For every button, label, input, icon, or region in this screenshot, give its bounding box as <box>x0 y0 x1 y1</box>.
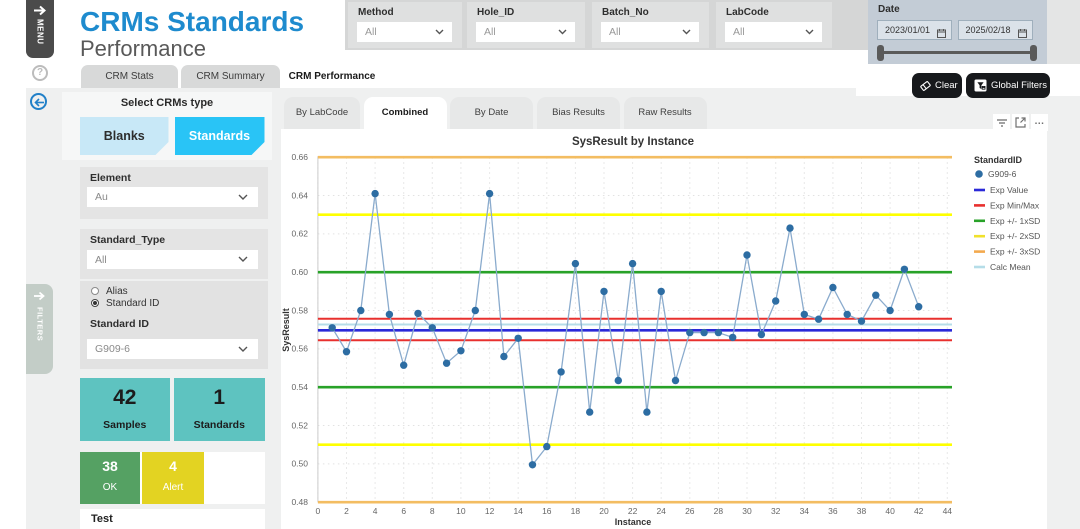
svg-text:0.58: 0.58 <box>291 305 308 315</box>
svg-text:34: 34 <box>800 506 810 516</box>
svg-text:0.50: 0.50 <box>291 459 308 469</box>
svg-text:8: 8 <box>430 506 435 516</box>
svg-text:Exp +/- 2xSD: Exp +/- 2xSD <box>990 231 1040 241</box>
svg-text:Exp Min/Max: Exp Min/Max <box>990 200 1040 210</box>
svg-text:StandardID: StandardID <box>974 155 1023 165</box>
svg-text:22: 22 <box>628 506 638 516</box>
svg-text:16: 16 <box>542 506 552 516</box>
svg-text:0.48: 0.48 <box>291 497 308 507</box>
svg-text:SysResult: SysResult <box>281 308 291 352</box>
svg-text:14: 14 <box>513 506 523 516</box>
svg-text:12: 12 <box>485 506 495 516</box>
svg-text:40: 40 <box>885 506 895 516</box>
svg-text:10: 10 <box>456 506 466 516</box>
svg-text:0.54: 0.54 <box>291 382 308 392</box>
svg-text:2: 2 <box>344 506 349 516</box>
svg-text:32: 32 <box>771 506 781 516</box>
svg-text:0.56: 0.56 <box>291 344 308 354</box>
svg-text:Calc Mean: Calc Mean <box>990 262 1031 272</box>
svg-text:30: 30 <box>742 506 752 516</box>
svg-text:Exp +/- 1xSD: Exp +/- 1xSD <box>990 216 1040 226</box>
svg-text:18: 18 <box>571 506 581 516</box>
svg-text:Exp +/- 3xSD: Exp +/- 3xSD <box>990 247 1040 257</box>
svg-text:G909-6: G909-6 <box>988 169 1017 179</box>
svg-text:4: 4 <box>373 506 378 516</box>
svg-text:0: 0 <box>316 506 321 516</box>
svg-text:38: 38 <box>857 506 867 516</box>
svg-text:0.64: 0.64 <box>291 190 308 200</box>
svg-text:SysResult by Instance: SysResult by Instance <box>572 136 694 148</box>
svg-text:0.62: 0.62 <box>291 229 308 239</box>
svg-text:26: 26 <box>685 506 695 516</box>
svg-text:44: 44 <box>943 506 953 516</box>
svg-text:42: 42 <box>914 506 924 516</box>
svg-text:20: 20 <box>599 506 609 516</box>
svg-text:28: 28 <box>714 506 724 516</box>
svg-text:36: 36 <box>828 506 838 516</box>
svg-text:Exp Value: Exp Value <box>990 185 1028 195</box>
svg-text:Instance: Instance <box>615 517 652 527</box>
svg-text:24: 24 <box>656 506 666 516</box>
svg-text:0.66: 0.66 <box>291 152 308 162</box>
svg-text:0.52: 0.52 <box>291 420 308 430</box>
svg-text:0.60: 0.60 <box>291 267 308 277</box>
svg-text:6: 6 <box>401 506 406 516</box>
